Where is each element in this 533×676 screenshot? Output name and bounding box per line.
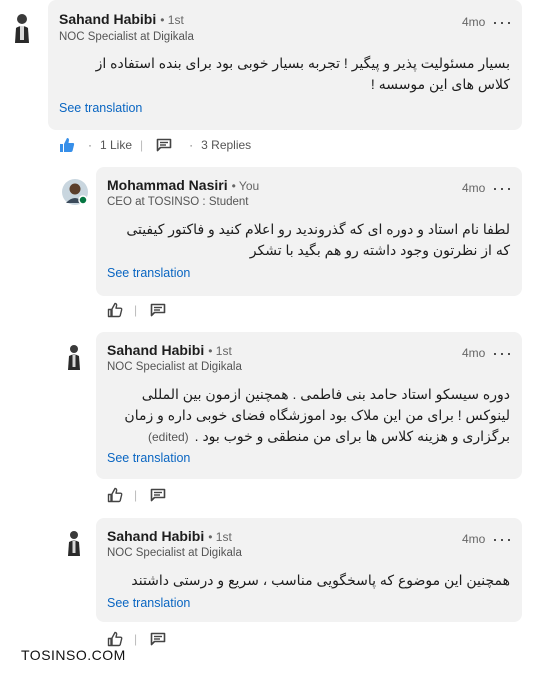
more-options-button[interactable]: ···: [492, 179, 513, 197]
author-headline: NOC Specialist at Digikala: [107, 361, 242, 373]
timestamp: 4mo: [462, 346, 486, 360]
watermark: TOSINSO.COM: [21, 647, 126, 663]
author-headline: NOC Specialist at Digikala: [59, 31, 194, 43]
comment-icon[interactable]: [149, 486, 167, 504]
reply-actions: |: [106, 630, 167, 648]
comment-icon[interactable]: [149, 630, 167, 648]
connection-degree: • 1st: [160, 13, 184, 27]
like-icon[interactable]: [106, 486, 124, 504]
reply-text-line: دوره سیسکو استاد حامد بنی فاطمی . همچنین…: [141, 386, 510, 402]
avatar[interactable]: [66, 343, 82, 371]
see-translation-link[interactable]: See translation: [107, 451, 190, 465]
comment-actions: · 1 Like | · 3 Replies: [58, 136, 251, 154]
separator-bar: |: [134, 488, 138, 502]
like-icon[interactable]: [106, 630, 124, 648]
author-name[interactable]: Sahand Habibi • 1st: [107, 528, 232, 544]
like-count[interactable]: 1 Like: [100, 138, 132, 152]
reply-text-line: لطفا نام استاد و دوره ای که گذروندید رو …: [126, 221, 510, 237]
reply-text: لطفا نام استاد و دوره ای که گذروندید رو …: [108, 219, 510, 261]
author-name[interactable]: Mohammad Nasiri • You: [107, 177, 259, 193]
separator-bar: |: [134, 632, 138, 646]
see-translation-link[interactable]: See translation: [107, 266, 190, 280]
more-options-button[interactable]: ···: [492, 13, 513, 31]
like-icon-filled[interactable]: [58, 136, 76, 154]
separator-bar: |: [140, 138, 144, 152]
see-translation-link[interactable]: See translation: [107, 596, 190, 610]
timestamp: 4mo: [462, 532, 486, 546]
edited-label: (edited): [147, 430, 189, 444]
author-headline: NOC Specialist at Digikala: [107, 547, 242, 559]
connection-degree: • 1st: [208, 344, 232, 358]
like-icon[interactable]: [106, 301, 124, 319]
author-name[interactable]: Sahand Habibi • 1st: [107, 342, 232, 358]
timestamp: 4mo: [462, 15, 486, 29]
separator-dot: ·: [189, 138, 194, 152]
avatar[interactable]: [61, 178, 89, 206]
more-options-button[interactable]: ···: [492, 530, 513, 548]
comment-text: بسیار مسئولیت پذیر و پیگیر ! تجربه بسیار…: [60, 53, 510, 95]
reply-actions: |: [106, 486, 167, 504]
reply-text-line: برگزاری و هزینه کلاس ها برای من منطقی و …: [147, 428, 510, 444]
connection-degree: • You: [231, 179, 260, 193]
separator-bar: |: [134, 303, 138, 317]
see-translation-link[interactable]: See translation: [59, 101, 142, 115]
reply-text-line: لینوکس ! برای من این ملاک بود اموزشگاه ف…: [124, 407, 510, 423]
comment-icon[interactable]: [149, 301, 167, 319]
replies-count[interactable]: 3 Replies: [201, 138, 251, 152]
reply-text: همچنین این موضوع که پاسخگویی مناسب ، سری…: [108, 570, 510, 591]
more-options-button[interactable]: ···: [492, 344, 513, 362]
avatar[interactable]: [10, 10, 34, 44]
timestamp: 4mo: [462, 181, 486, 195]
comment-icon[interactable]: [155, 136, 173, 154]
separator-dot: ·: [88, 138, 92, 152]
author-name[interactable]: Sahand Habibi • 1st: [59, 11, 184, 27]
connection-degree: • 1st: [208, 530, 232, 544]
reply-actions: |: [106, 301, 167, 319]
comment-text-line: کلاس های این موسسه !: [370, 76, 510, 92]
avatar[interactable]: [66, 529, 82, 557]
author-headline: CEO at TOSINSO : Student: [107, 196, 249, 208]
reply-text: دوره سیسکو استاد حامد بنی فاطمی . همچنین…: [108, 384, 510, 448]
reply-text-line: که از نظرتون وجود داشته رو هم بگید با تش…: [249, 242, 510, 258]
reply-text-line: همچنین این موضوع که پاسخگویی مناسب ، سری…: [131, 572, 510, 588]
comment-text-line: بسیار مسئولیت پذیر و پیگیر ! تجربه بسیار…: [95, 55, 510, 71]
